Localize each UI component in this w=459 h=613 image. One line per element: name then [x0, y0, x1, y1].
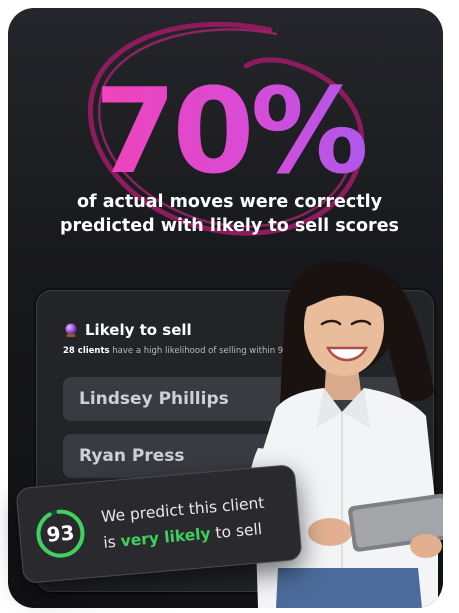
- prediction-message: We predict this client is very likely to…: [100, 488, 294, 556]
- prediction-line2-pre: is: [102, 532, 117, 552]
- likelihood-score: 93: [45, 520, 76, 547]
- prediction-highlight: very likely: [119, 524, 212, 551]
- prediction-line2-post: to sell: [214, 520, 263, 543]
